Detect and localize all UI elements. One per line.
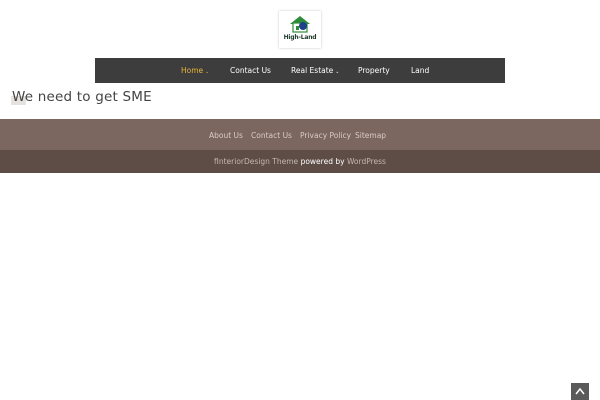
footer-link-sitemap[interactable]: Sitemap	[355, 119, 386, 150]
footer-link-contact-us[interactable]: Contact Us	[251, 119, 292, 150]
nav-label-property: Property	[358, 66, 390, 75]
credit-line: fInteriorDesign Theme powered by WordPre…	[0, 150, 600, 173]
nav-item-property[interactable]: Property	[358, 58, 390, 83]
house-logo-icon	[290, 16, 310, 33]
footer-credits: fInteriorDesign Theme powered by WordPre…	[0, 150, 600, 173]
nav-label-contact-us: Contact Us	[230, 66, 271, 75]
nav-item-real-estate[interactable]: Real Estate ⌄	[291, 58, 340, 83]
nav-label-real-estate: Real Estate	[291, 66, 334, 75]
nav-item-contact-us[interactable]: Contact Us	[230, 58, 271, 83]
wordpress-link[interactable]: WordPress	[347, 157, 386, 166]
nav-item-home[interactable]: Home ⌄	[181, 58, 209, 83]
site-logo[interactable]: High-Land	[279, 11, 321, 48]
chevron-down-icon: ⌄	[335, 69, 340, 75]
nav-label-home: Home	[181, 66, 204, 75]
nav-label-land: Land	[411, 66, 430, 75]
main-navigation: Home ⌄ Contact Us Real Estate ⌄ Property L…	[95, 58, 505, 83]
nav-item-land[interactable]: Land	[411, 58, 429, 83]
footer-menu: About Us Contact Us Privacy Policy Sitem…	[0, 119, 600, 150]
powered-by-text: powered by	[300, 157, 345, 166]
scroll-to-top-button[interactable]	[571, 383, 589, 400]
footer-link-about-us[interactable]: About Us	[209, 119, 243, 150]
logo-text: High-Land	[283, 34, 317, 41]
theme-link[interactable]: fInteriorDesign Theme	[214, 157, 298, 166]
chevron-up-icon	[575, 387, 585, 395]
page-heading: We need to get SME	[12, 89, 152, 105]
footer-link-privacy-policy[interactable]: Privacy Policy	[300, 119, 351, 150]
chevron-down-icon: ⌄	[205, 69, 210, 75]
